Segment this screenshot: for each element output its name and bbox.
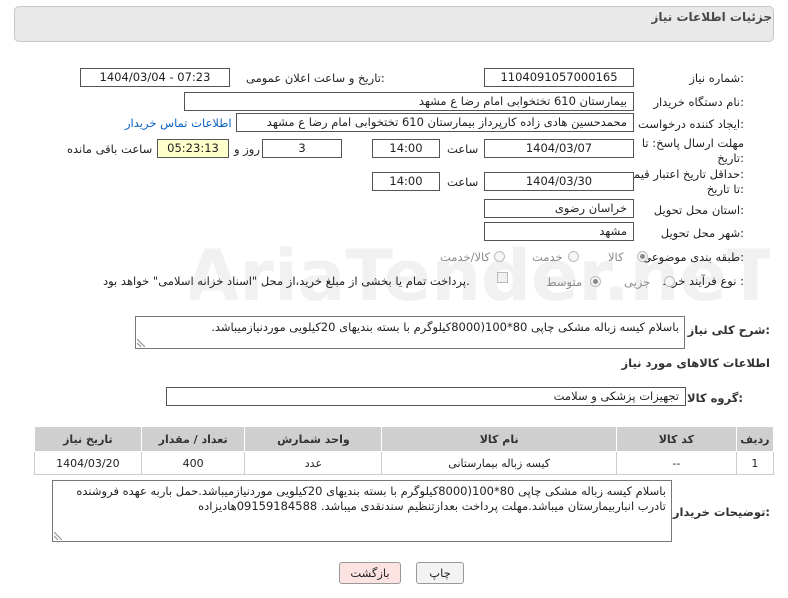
process-radio-minor[interactable] [664,276,675,287]
col-header-quantity: تعداد / مقدار [140,426,246,452]
city-field: مشهد [484,222,634,241]
buyer-notes-text: باسلام کیسه زباله مشکی چاپی 80*100(8000ک… [76,484,666,513]
remaining-label: ساعت باقی مانده [67,142,153,156]
table-header-row: ردیف کد کالا نام کالا واحد شمارش تعداد /… [34,426,775,452]
cell-need-date: 1404/03/20 [34,451,142,475]
cell-quantity: 400 [140,451,246,475]
announce-field: 1404/03/04 - 07:23 [80,68,230,87]
deadline-label: مهلت ارسال پاسخ: تا [641,136,744,150]
buyer-org-label: نام دستگاه خریدار: [653,95,744,109]
city-label: شهر محل تحویل: [660,226,744,240]
buyer-org-field: بیمارستان 610 تختخوابی امام رضا ع مشهد [184,92,634,111]
process-radio-medium[interactable] [590,276,601,287]
deadline-label-date: تاریخ: [717,151,744,165]
col-header-item-code: کد کالا [615,426,737,452]
col-header-row-number: ردیف [735,426,775,452]
deadline-time-label: ساعت [447,142,479,156]
category-radio-goods-service[interactable] [494,251,505,262]
buyer-notes-label: توضیحات خریدار: [672,505,770,519]
table-row: 1 -- کیسه زباله بیمارستانی عدد 400 1404/… [34,451,775,475]
description-label: شرح کلی نیاز: [687,323,770,337]
category-option-goods-service: کالا/خدمت [440,250,491,264]
col-header-unit: واحد شمارش [244,426,383,452]
cell-item-code: -- [615,451,737,475]
back-button[interactable]: بازگشت [339,562,401,584]
process-option-minor: جزیی [624,275,651,289]
cell-item-name: کیسه زباله بیمارستانی [381,451,617,475]
category-radio-service[interactable] [568,251,579,262]
creator-label: ایجاد کننده درخواست: [638,117,744,131]
treasury-payment-note: پرداخت تمام یا بخشی از مبلغ خرید،از محل … [103,274,470,288]
category-label: طبقه بندی موضوعی: [642,250,744,264]
province-label: استان محل تحویل: [653,203,744,217]
category-option-goods: کالا [608,250,624,264]
buyer-contact-link[interactable]: اطلاعات تماس خریدار [125,116,232,130]
days-label: روز و [234,142,260,156]
need-number-label: شماره نیاز: [689,71,744,85]
deadline-time-field: 14:00 [372,139,440,158]
need-number-field: 1104091057000165 [484,68,634,87]
description-text: باسلام کیسه زباله مشکی چاپی 80*100(8000ک… [211,320,679,334]
treasury-payment-checkbox[interactable] [497,272,508,283]
goods-group-label: گروه کالا: [687,391,743,405]
deadline-date-field: 1404/03/07 [484,139,634,158]
cell-row-number: 1 [735,451,775,475]
resize-handle-icon[interactable] [54,532,62,540]
process-option-medium: متوسط [546,275,583,289]
category-radio-goods[interactable] [637,251,648,262]
col-header-item-name: نام کالا [381,426,617,452]
validity-label-date: تا تاریخ: [706,182,744,196]
announce-label: تاریخ و ساعت اعلان عمومی: [246,71,385,85]
category-option-service: خدمت [532,250,563,264]
goods-info-title: اطلاعات کالاهای مورد نیاز [621,356,770,370]
remaining-time-field: 05:23:13 [157,139,229,158]
description-textarea[interactable]: باسلام کیسه زباله مشکی چاپی 80*100(8000ک… [135,316,685,349]
goods-table: ردیف کد کالا نام کالا واحد شمارش تعداد /… [34,426,775,475]
validity-time-label: ساعت [447,175,479,189]
page-title: جزئیات اطلاعات نیاز [651,10,772,24]
col-header-need-date: تاریخ نیاز [34,426,142,452]
resize-handle-icon[interactable] [137,339,145,347]
cell-unit: عدد [244,451,383,475]
buyer-notes-textarea[interactable]: باسلام کیسه زباله مشکی چاپی 80*100(8000ک… [52,480,672,542]
print-button[interactable]: چاپ [416,562,464,584]
creator-field: محمدحسین هادی زاده کارپرداز بیمارستان 61… [236,113,634,132]
goods-group-field: تجهیزات پزشکی و سلامت [166,387,686,406]
validity-time-field: 14:00 [372,172,440,191]
validity-label: حداقل تاریخ اعتبار قیمت: [622,167,744,181]
days-field: 3 [262,139,342,158]
validity-date-field: 1404/03/30 [484,172,634,191]
province-field: خراسان رضوی [484,199,634,218]
